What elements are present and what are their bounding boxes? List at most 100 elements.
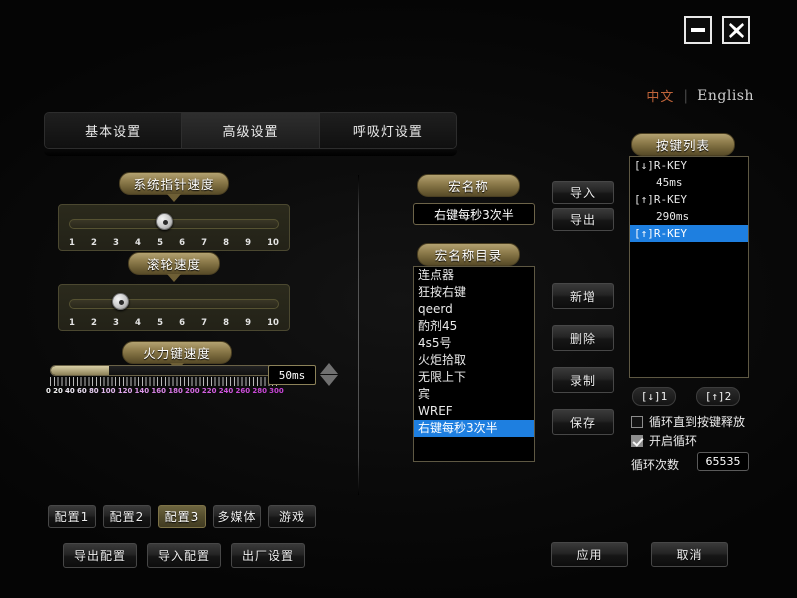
macro-list-item[interactable]: 宾 [414,386,534,403]
fire-speed-stepper[interactable] [320,362,338,387]
record-macro-button[interactable]: 录制 [552,367,614,393]
import-config-button[interactable]: 导入配置 [147,543,221,568]
fire-speed-fill [51,366,110,375]
wheel-speed-label: 滚轮速度 [128,252,220,275]
scale-tick: 6 [179,318,185,328]
language-switcher: 中文 | English [646,86,754,106]
scale-tick: 6 [179,238,185,248]
scale-tick: 1 [69,238,75,248]
macro-list-item[interactable]: 无限上下 [414,369,534,386]
move-down-button[interactable]: [↓]1 [632,387,676,406]
scale-tick: 1 [69,318,75,328]
loop-count-input[interactable]: 65535 [697,452,749,471]
fire-scale-tick: 80 [88,387,99,395]
tab-bar: 基本设置 高级设置 呼吸灯设置 [44,112,457,149]
fire-scale-tick: 100 [100,387,116,395]
save-macro-button[interactable]: 保存 [552,409,614,435]
add-macro-button[interactable]: 新增 [552,283,614,309]
fire-speed-label: 火力键速度 [122,341,232,364]
macro-name-input[interactable]: 右键每秒3次半 [413,203,535,225]
fire-speed-slider[interactable]: 0 20 40 60 80 100 120 140 160 180 200 220 240 260 280 3… [46,365,284,399]
tab-advanced-settings[interactable]: 高级设置 [182,113,320,148]
macro-list-item[interactable]: 4s5号 [414,335,534,352]
export-config-button[interactable]: 导出配置 [63,543,137,568]
scale-tick: 5 [157,238,163,248]
app-window: 中文 | English 基本设置 高级设置 呼吸灯设置 系统指针速度 1 2 3 4… [0,0,797,598]
fire-scale-tick: 300 [269,387,284,395]
fire-scale-tick: 0 [46,387,51,395]
macro-list-item[interactable]: 狂按右键 [414,284,534,301]
fire-scale-tick: 240 [218,387,234,395]
key-list-item[interactable]: [↑]R-KEY [630,225,748,242]
fire-speed-value[interactable]: 50ms [268,365,316,385]
pointer-speed-slider[interactable]: 1 2 3 4 5 6 7 8 9 10 [58,204,290,251]
loop-until-release-checkbox[interactable] [631,415,643,428]
language-separator: | [683,87,689,104]
export-button[interactable]: 导出 [552,208,614,231]
scale-tick: 9 [245,238,252,248]
macro-list-item[interactable]: 右键每秒3次半 [414,420,534,437]
enable-loop-checkbox[interactable] [631,434,643,447]
wheel-speed-slider[interactable]: 1 2 3 4 5 6 7 8 9 10 [58,284,290,331]
fire-scale-tick: 160 [151,387,166,395]
enable-loop-label: 开启循环 [649,434,698,448]
scale-tick: 3 [113,238,119,248]
pointer-speed-knob[interactable] [155,213,173,230]
fire-scale-tick: 200 [185,387,200,395]
vertical-divider [358,175,359,495]
fire-speed-tick-labels: 0 20 40 60 80 100 120 140 160 180 200 220 240 260 280 3… [46,387,284,399]
import-button[interactable]: 导入 [552,181,614,204]
apply-button[interactable]: 应用 [551,542,628,567]
key-list-item[interactable]: 45ms [630,174,748,191]
fire-scale-tick: 280 [252,387,267,395]
close-button[interactable] [722,16,750,44]
macro-list-item[interactable]: WREF [414,403,534,420]
key-list-label: 按键列表 [631,133,735,156]
macro-list-item[interactable]: 酌剂45 [414,318,534,335]
profile-button-2[interactable]: 配置2 [103,505,151,528]
scale-tick: 8 [223,238,230,248]
key-list-item[interactable]: [↑]R-KEY [630,191,748,208]
macro-list[interactable]: 连点器 狂按右键 qeerd 酌剂45 4s5号 火炬拾取 无限上下宾 WREF 右键每秒3次半 [413,266,535,462]
move-up-button[interactable]: [↑]2 [696,387,740,406]
macro-list-label: 宏名称目录 [417,243,520,266]
key-list[interactable]: [↓]R-KEY 45ms [↑]R-KEY 290ms [↑]R-KEY [629,156,749,378]
key-list-item[interactable]: 290ms [630,208,748,225]
profile-button-3[interactable]: 配置3 [158,505,206,528]
stepper-down-icon[interactable] [320,375,338,386]
minimize-button[interactable] [684,16,712,44]
macro-list-item[interactable]: 连点器 [414,267,534,284]
fire-speed-ticks [50,377,280,386]
enable-loop-checkbox-row[interactable]: 开启循环 [631,432,697,449]
pointer-speed-label: 系统指针速度 [119,172,229,195]
tab-bar-shadow [44,150,457,156]
pointer-speed-slider-block: 系统指针速度 1 2 3 4 5 6 7 8 9 10 [58,172,290,251]
macro-list-item[interactable]: 火炬拾取 [414,352,534,369]
scale-tick: 10 [267,238,279,248]
fire-scale-tick: 220 [201,387,217,395]
profile-button-multimedia[interactable]: 多媒体 [213,505,261,528]
loop-count-label: 循环次数 [631,458,680,472]
window-controls [684,16,750,44]
tab-basic-settings[interactable]: 基本设置 [45,113,183,148]
factory-reset-button[interactable]: 出厂设置 [231,543,305,568]
loop-until-release-checkbox-row[interactable]: 循环直到按键释放 [631,413,745,430]
profile-button-game[interactable]: 游戏 [268,505,316,528]
tab-breathing-light-settings[interactable]: 呼吸灯设置 [319,113,456,148]
macro-list-item[interactable]: qeerd [414,301,534,318]
pointer-speed-track [69,219,279,229]
fire-scale-tick: 60 [76,387,87,395]
fire-scale-tick: 120 [117,387,133,395]
scale-tick: 8 [223,318,230,328]
key-list-item[interactable]: [↓]R-KEY [630,157,748,174]
cancel-button[interactable]: 取消 [651,542,728,567]
stepper-up-icon[interactable] [320,363,338,374]
loop-until-release-label: 循环直到按键释放 [649,415,746,429]
language-english[interactable]: English [697,88,754,104]
scale-tick: 4 [135,238,141,248]
scale-tick: 3 [113,318,119,328]
profile-button-1[interactable]: 配置1 [48,505,96,528]
language-chinese[interactable]: 中文 [646,86,674,105]
minimize-icon [691,28,705,32]
delete-macro-button[interactable]: 删除 [552,325,614,351]
